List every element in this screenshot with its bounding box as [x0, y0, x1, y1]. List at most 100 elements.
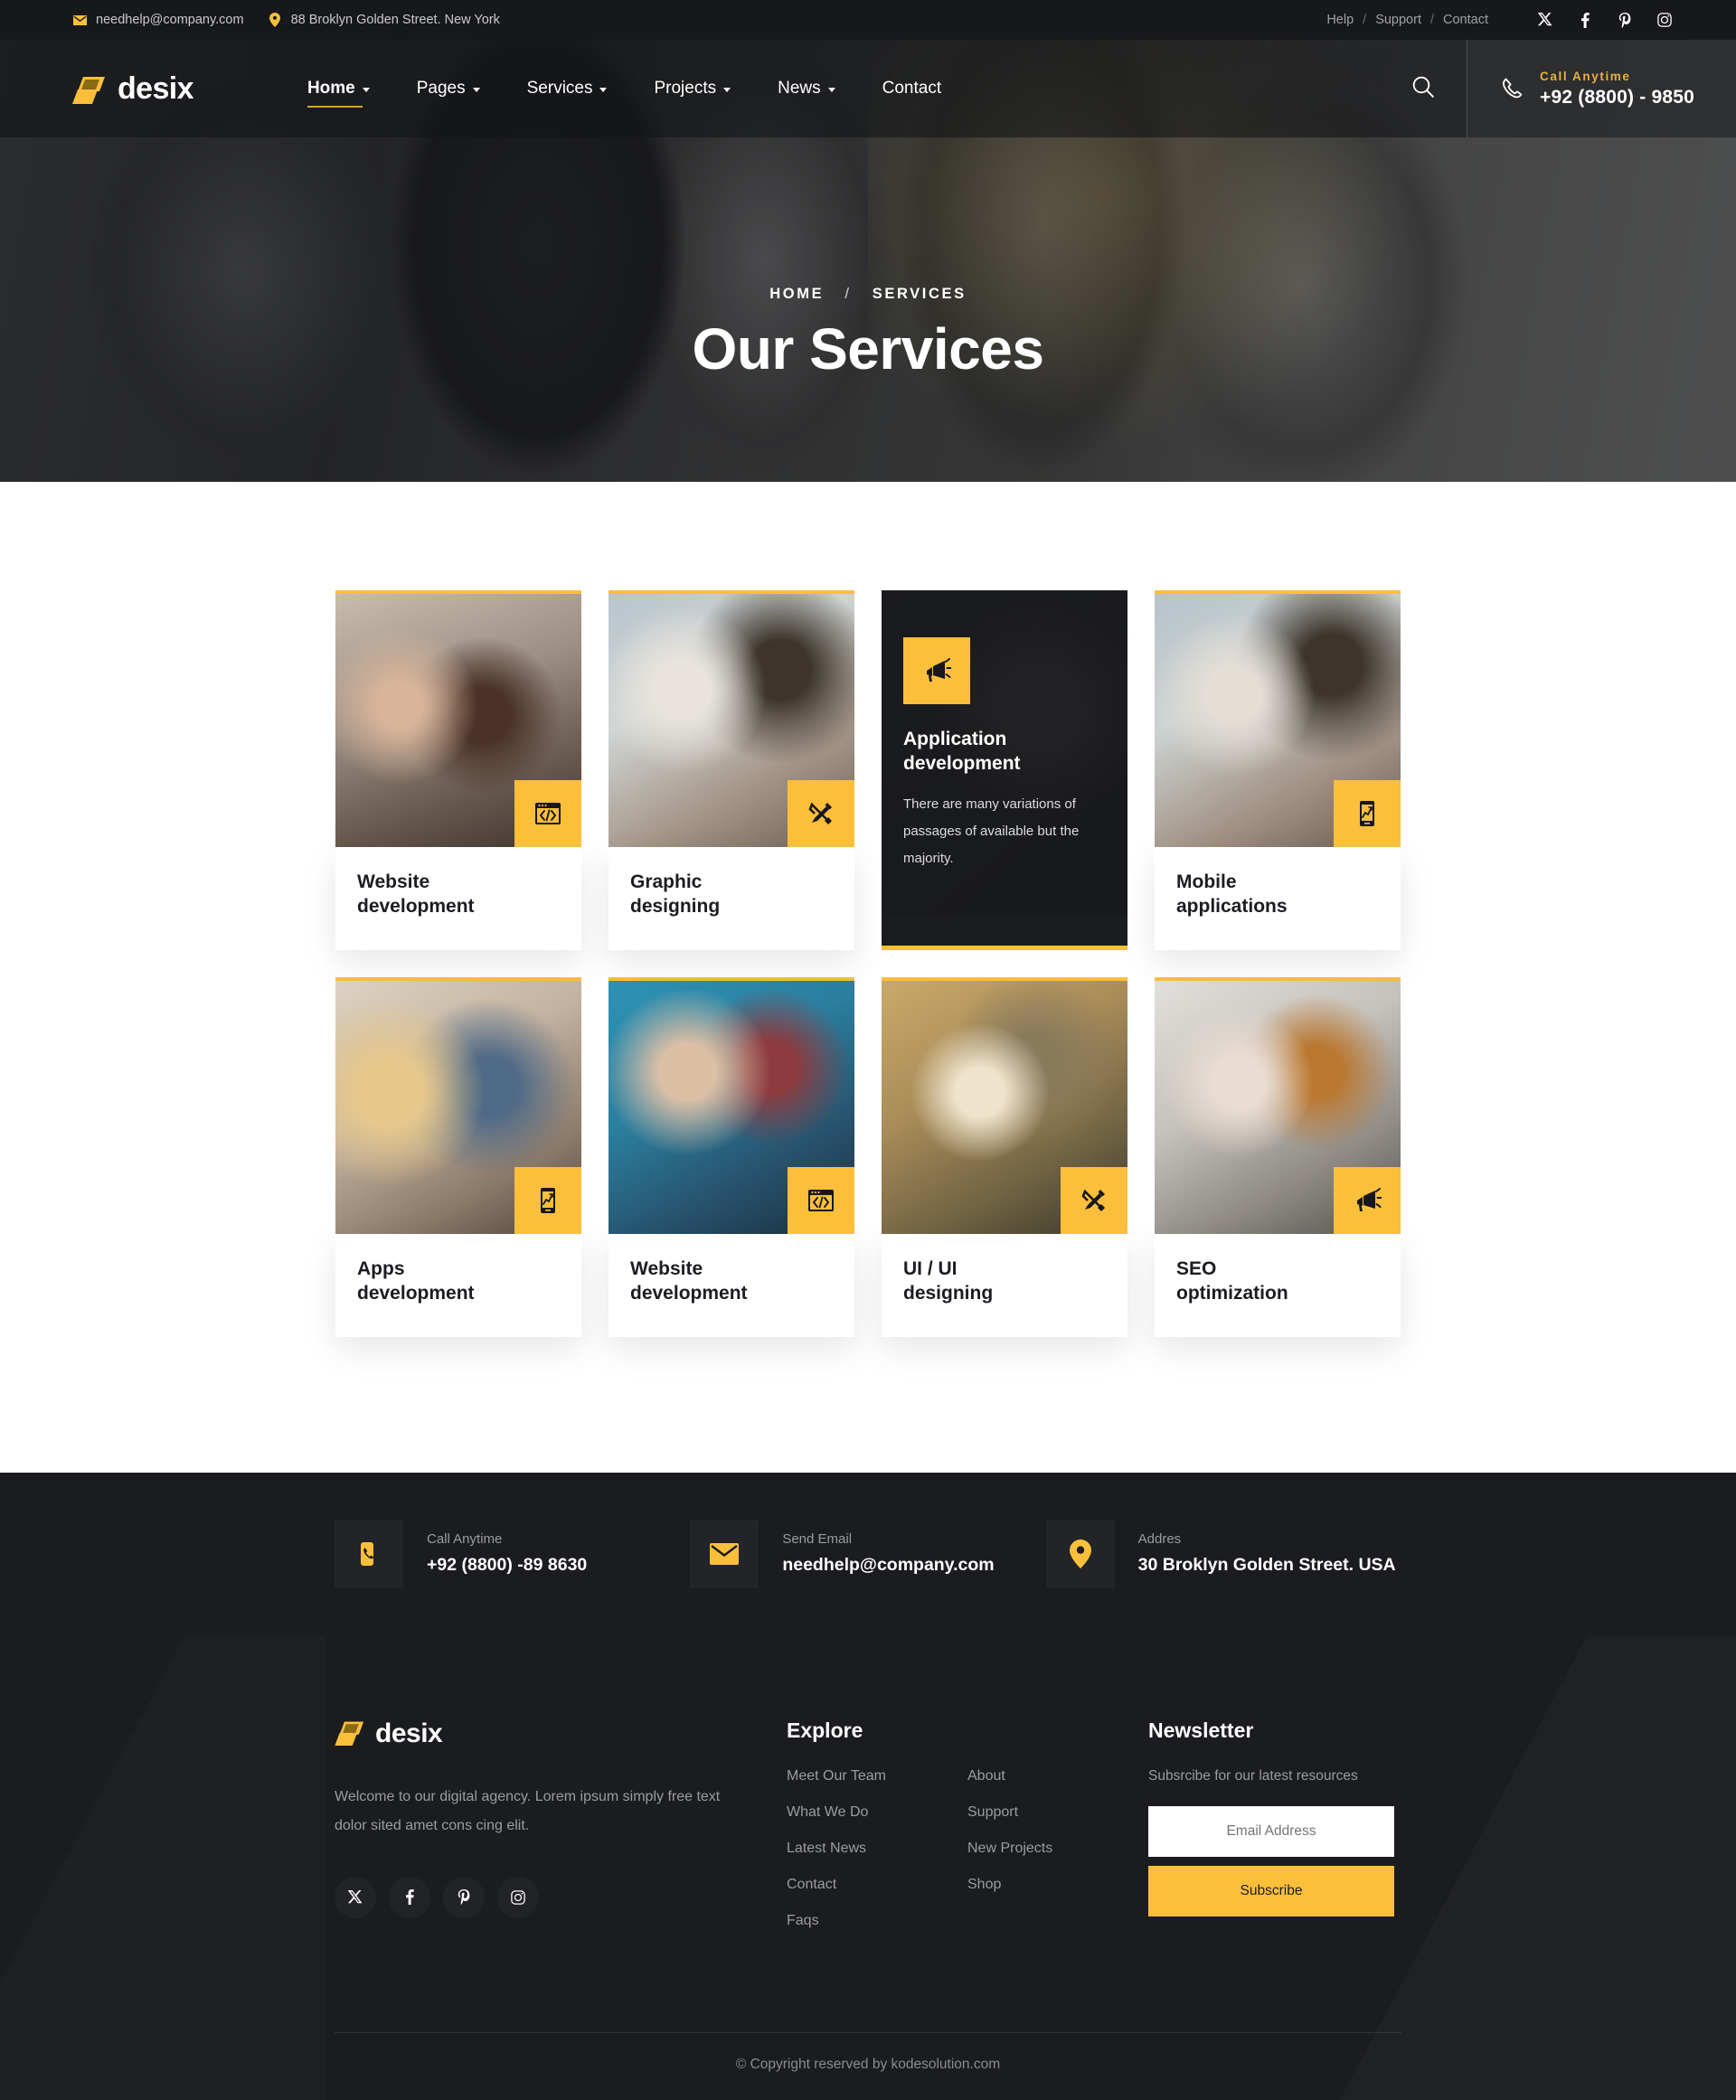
top-bar-links: Help / Support / Contact	[1317, 13, 1497, 27]
chevron-down-icon	[723, 88, 731, 92]
nav-item-services-label: Services	[526, 79, 593, 98]
footer-about-text: Welcome to our digital agency. Lorem ips…	[335, 1788, 721, 1833]
breadcrumb-home[interactable]: HOME	[762, 286, 831, 302]
nav-item-pages-label: Pages	[416, 79, 466, 98]
nav-item-contact[interactable]: Contact	[859, 73, 965, 104]
card-media	[609, 594, 854, 847]
card-title-line1: Apps	[357, 1257, 405, 1279]
card-accent-bar	[882, 945, 1127, 950]
nav-item-projects[interactable]: Projects	[630, 73, 754, 104]
nav-item-pages[interactable]: Pages	[393, 73, 504, 104]
top-bar-link-support[interactable]: Support	[1366, 13, 1430, 27]
footer-link-new-projects[interactable]: New Projects	[967, 1841, 1148, 1857]
email-field[interactable]	[1148, 1805, 1394, 1857]
header-call-number: +92 (8800) - 9850	[1540, 86, 1694, 108]
top-bar-address-text: 88 Broklyn Golden Street. New York	[290, 13, 500, 27]
contact-item-text: Call Anytime +92 (8800) -89 8630	[427, 1531, 587, 1576]
code-window-icon	[788, 1166, 854, 1234]
nav-item-home[interactable]: Home	[284, 73, 393, 108]
service-card[interactable]: Apps development	[335, 976, 581, 1337]
card-title-line1: Website	[630, 1257, 703, 1279]
contact-item-phone[interactable]: Call Anytime +92 (8800) -89 8630	[335, 1519, 690, 1588]
top-bar-right-group: Help / Support / Contact	[1317, 12, 1682, 28]
top-bar-email[interactable]: needhelp@company.com	[72, 13, 244, 27]
card-content: Application development There are many v…	[903, 637, 1109, 872]
location-pin-icon	[268, 13, 282, 27]
chevron-down-icon	[362, 88, 370, 92]
service-card[interactable]: Website development	[609, 976, 854, 1337]
card-title-line2: development	[630, 1282, 748, 1304]
card-title: Website development	[630, 1257, 833, 1306]
card-body: Website development	[335, 847, 581, 950]
card-title-line2: designing	[630, 895, 721, 917]
site-footer: desix Welcome to our digital agency. Lor…	[0, 1634, 1736, 2100]
footer-explore-column: Explore Meet Our Team What We Do Latest …	[787, 1719, 1148, 1949]
footer-link-faqs[interactable]: Faqs	[787, 1913, 967, 1929]
instagram-icon[interactable]	[1656, 12, 1673, 28]
footer-link-what-we-do[interactable]: What We Do	[787, 1804, 967, 1821]
top-bar-link-help[interactable]: Help	[1317, 13, 1363, 27]
top-bar-email-text: needhelp@company.com	[96, 13, 244, 27]
footer-link-shop[interactable]: Shop	[967, 1877, 1148, 1893]
footer-newsletter-heading: Newsletter	[1148, 1718, 1254, 1742]
service-card[interactable]: SEO optimization	[1155, 976, 1401, 1337]
envelope-icon	[72, 13, 87, 27]
contact-item-value: needhelp@company.com	[782, 1555, 995, 1575]
contact-item-address[interactable]: Addres 30 Broklyn Golden Street. USA	[1045, 1519, 1401, 1588]
card-body: Apps development	[335, 1233, 581, 1337]
chevron-down-icon	[472, 88, 480, 92]
facebook-icon[interactable]	[389, 1876, 430, 1918]
service-card[interactable]: Website development	[335, 590, 581, 950]
card-title-line2: applications	[1176, 895, 1288, 917]
chevron-down-icon	[599, 88, 608, 92]
search-button[interactable]	[1380, 40, 1467, 137]
x-icon[interactable]	[335, 1876, 376, 1918]
card-title-line1: Mobile	[1176, 871, 1237, 892]
card-title: Mobile applications	[1176, 871, 1379, 919]
footer-link-about[interactable]: About	[967, 1768, 1148, 1785]
logo-mark-icon	[72, 73, 108, 104]
card-media	[335, 594, 581, 847]
main-navigation: Home Pages Services Projects News Contac…	[284, 73, 965, 108]
pinterest-icon[interactable]	[443, 1876, 485, 1918]
logo[interactable]: desix	[72, 71, 194, 107]
card-description: There are many variations of passages of…	[903, 796, 1080, 866]
contact-item-email[interactable]: Send Email needhelp@company.com	[690, 1519, 1045, 1588]
footer-link-meet-our-team[interactable]: Meet Our Team	[787, 1768, 967, 1785]
x-icon[interactable]	[1537, 12, 1553, 28]
nav-item-news[interactable]: News	[754, 73, 859, 104]
pinterest-icon[interactable]	[1617, 12, 1633, 28]
card-title: Website development	[357, 871, 560, 919]
phone-icon	[335, 1519, 403, 1588]
service-card-active[interactable]: Application development There are many v…	[882, 590, 1127, 950]
top-bar-social-group	[1537, 12, 1673, 28]
card-body: Website development	[609, 1233, 854, 1337]
footer-logo[interactable]: desix	[335, 1719, 787, 1750]
pencil-ruler-icon	[788, 780, 854, 847]
footer-link-support[interactable]: Support	[967, 1804, 1148, 1821]
service-card[interactable]: Mobile applications	[1155, 590, 1401, 950]
contact-item-value: 30 Broklyn Golden Street. USA	[1137, 1555, 1396, 1575]
page-root: needhelp@company.com 88 Broklyn Golden S…	[0, 0, 1736, 2100]
service-card[interactable]: Graphic designing	[609, 590, 854, 950]
chevron-down-icon	[827, 88, 835, 92]
header-call-box[interactable]: Call Anytime +92 (8800) - 9850	[1467, 40, 1736, 137]
service-card[interactable]: UI / UI designing	[882, 976, 1127, 1337]
instagram-icon[interactable]	[497, 1876, 539, 1918]
nav-item-home-label: Home	[307, 79, 355, 98]
footer-social-group	[335, 1876, 787, 1918]
facebook-icon[interactable]	[1577, 12, 1593, 28]
mobile-chart-icon	[514, 1166, 581, 1234]
top-bar-address[interactable]: 88 Broklyn Golden Street. New York	[268, 13, 500, 27]
footer-link-latest-news[interactable]: Latest News	[787, 1841, 967, 1857]
nav-item-services[interactable]: Services	[504, 73, 631, 104]
services-section: Website development Graphic designing Ap…	[0, 482, 1736, 1473]
site-header: desix Home Pages Services Projects News …	[0, 40, 1736, 137]
footer-link-contact[interactable]: Contact	[787, 1877, 967, 1893]
subscribe-button[interactable]: Subscribe	[1148, 1865, 1394, 1916]
nav-item-projects-label: Projects	[654, 79, 717, 98]
top-bar-link-contact[interactable]: Contact	[1434, 13, 1497, 27]
card-media	[335, 980, 581, 1234]
breadcrumb-separator: /	[844, 286, 852, 302]
card-title-line1: Graphic	[630, 871, 703, 892]
